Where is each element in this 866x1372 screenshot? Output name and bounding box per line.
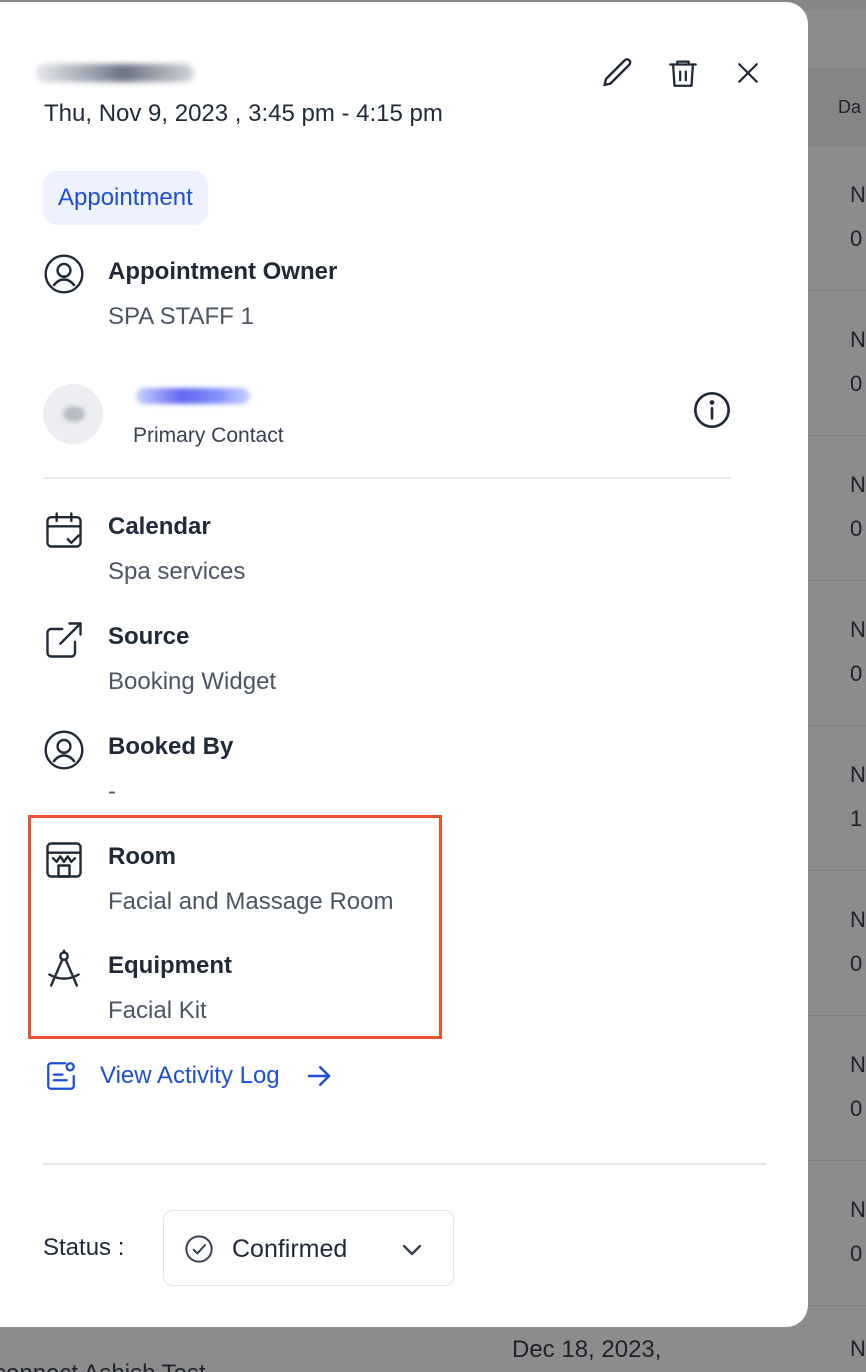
edit-button[interactable] — [598, 52, 638, 94]
chevron-down-icon — [402, 1244, 422, 1256]
trash-icon — [669, 60, 697, 87]
activity-log-icon — [47, 1062, 75, 1090]
view-activity-log-link[interactable]: View Activity Log — [44, 1056, 334, 1096]
section-divider — [43, 477, 731, 479]
appointment-datetime: Thu, Nov 9, 2023 , 3:45 pm - 4:15 pm — [44, 100, 443, 127]
avatar-image — [63, 406, 85, 422]
source-label: Source — [108, 623, 190, 650]
delete-button[interactable] — [663, 52, 703, 94]
close-icon — [738, 63, 758, 83]
appointment-title-redacted — [36, 64, 194, 82]
close-button[interactable] — [728, 52, 768, 94]
avatar — [43, 384, 103, 444]
status-dropdown[interactable]: Confirmed — [163, 1210, 454, 1286]
appointment-detail-panel: Thu, Nov 9, 2023 , 3:45 pm - 4:15 pm App… — [0, 2, 808, 1327]
user-circle-icon — [44, 730, 84, 770]
status-label: Status : — [43, 1234, 125, 1261]
appointment-type-badge: Appointment — [43, 171, 208, 225]
footer-divider — [43, 1163, 767, 1165]
owner-value: SPA STAFF 1 — [108, 303, 254, 330]
status-value: Confirmed — [232, 1235, 348, 1263]
contact-role: Primary Contact — [133, 424, 284, 447]
calendar-check-icon — [46, 512, 82, 548]
activity-log-label: View Activity Log — [100, 1062, 280, 1089]
owner-label: Appointment Owner — [108, 258, 338, 285]
booked-by-label: Booked By — [108, 733, 234, 760]
contact-name-redacted[interactable] — [136, 388, 250, 404]
arrow-right-icon — [307, 1066, 330, 1086]
user-circle-icon — [44, 254, 84, 294]
check-circle-icon — [185, 1235, 213, 1263]
info-icon[interactable] — [692, 390, 732, 430]
calendar-value: Spa services — [108, 558, 246, 585]
edit-icon — [603, 58, 632, 87]
highlight-box — [28, 815, 442, 1039]
booked-by-value: - — [108, 778, 116, 805]
external-link-icon — [46, 622, 82, 658]
source-value: Booking Widget — [108, 668, 277, 695]
calendar-label: Calendar — [108, 513, 211, 540]
